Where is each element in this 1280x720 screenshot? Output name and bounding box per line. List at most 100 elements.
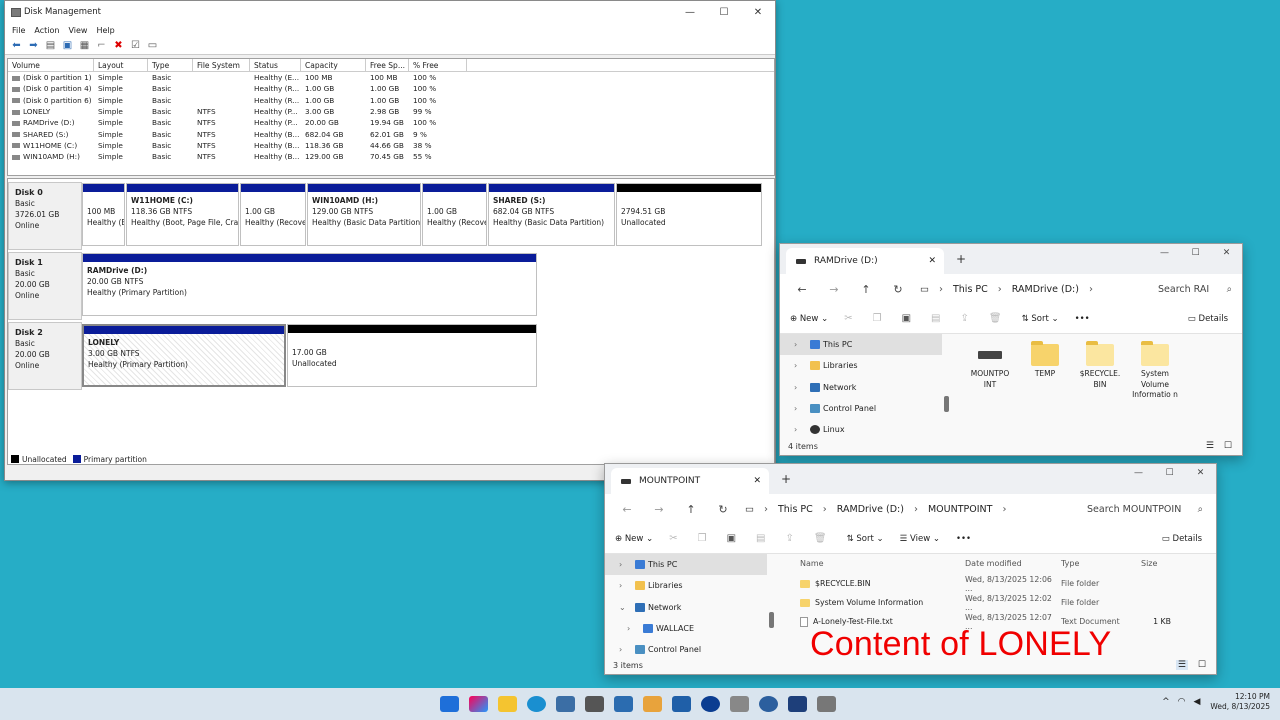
wifi-icon[interactable]: ◠ xyxy=(1178,697,1186,707)
details-view-icon[interactable]: ☰ xyxy=(1175,660,1188,670)
paste-icon[interactable]: ▣ xyxy=(727,533,736,544)
new-button[interactable]: ⊕ New ⌄ xyxy=(790,314,828,324)
minimize-button[interactable]: — xyxy=(1149,244,1180,262)
item-mountpoint[interactable]: MOUNTPO INT xyxy=(967,344,1013,390)
chevron-up-icon[interactable]: ^ xyxy=(1162,697,1170,707)
partition-ramdrive[interactable]: RAMDrive (D:) 20.00 GB NTFS Healthy (Pri… xyxy=(82,253,537,316)
delete-icon[interactable]: ✖ xyxy=(111,39,126,53)
start-icon[interactable] xyxy=(440,696,459,712)
copilot-icon[interactable] xyxy=(469,696,488,712)
close-button[interactable]: ✕ xyxy=(741,1,775,23)
col-status[interactable]: Status xyxy=(250,58,301,72)
menu-help[interactable]: Help xyxy=(96,26,114,35)
maximize-button[interactable]: ☐ xyxy=(707,1,741,23)
drive-tool-icon[interactable] xyxy=(730,696,749,712)
sort-button[interactable]: ⇅ Sort ⌄ xyxy=(1022,314,1059,324)
maximize-button[interactable]: ☐ xyxy=(1180,244,1211,262)
crumb-ramdrive[interactable]: RAMDrive (D:) xyxy=(837,504,904,515)
crumb-this-pc[interactable]: This PC xyxy=(778,504,813,515)
file-row[interactable]: System Volume Information Wed, 8/13/2025 … xyxy=(800,593,1171,612)
volume-row[interactable]: (Disk 0 partition 1) Simple Basic Healthy (… xyxy=(8,72,774,83)
crumb-this-pc[interactable]: This PC xyxy=(953,284,988,295)
copy-icon[interactable]: ❐ xyxy=(698,533,707,544)
col-name[interactable]: Name xyxy=(800,559,965,568)
powershell-icon[interactable] xyxy=(788,696,807,712)
breadcrumb[interactable]: ▭ › This PC › RAMDrive (D:) › xyxy=(914,277,1144,301)
delete-icon[interactable]: 🗑 xyxy=(814,533,827,544)
breadcrumb[interactable]: ▭ › This PC › RAMDrive (D:) › MOUNTPOINT › xyxy=(739,497,1065,521)
col-size[interactable]: Size xyxy=(1141,559,1181,568)
nav-network[interactable]: › Network xyxy=(780,377,942,398)
settings-app-icon[interactable] xyxy=(759,696,778,712)
nav-libraries[interactable]: › Libraries xyxy=(605,575,767,596)
paste-icon[interactable]: ▣ xyxy=(902,313,911,324)
delete-icon[interactable]: 🗑 xyxy=(989,313,1002,324)
cut-icon[interactable]: ✂ xyxy=(844,313,852,324)
col-volume[interactable]: Volume xyxy=(8,58,94,72)
volume-row[interactable]: W11HOME (C:) Simple Basic NTFS Healthy (B...… xyxy=(8,140,774,151)
volume-row[interactable]: RAMDrive (D:) Simple Basic NTFS Healthy (P..… xyxy=(8,117,774,128)
file-row[interactable]: $RECYCLE.BIN Wed, 8/13/2025 12:06 ... File… xyxy=(800,574,1171,593)
new-button[interactable]: ⊕ New ⌄ xyxy=(615,534,653,544)
unallocated-space[interactable]: 17.00 GB Unallocated xyxy=(287,324,537,387)
details-button[interactable]: ▭ Details xyxy=(1162,534,1202,544)
forward-icon[interactable]: → xyxy=(643,503,675,516)
tiles-view-icon[interactable]: ☐ xyxy=(1198,660,1206,670)
sort-button[interactable]: ⇅ Sort ⌄ xyxy=(847,534,884,544)
connect-icon[interactable]: ⌐ xyxy=(94,39,109,53)
nav-network[interactable]: ⌄ Network xyxy=(605,597,767,618)
properties-icon[interactable]: ▦ xyxy=(77,39,92,53)
edge-icon[interactable] xyxy=(527,696,546,712)
file-explorer-icon[interactable] xyxy=(498,696,517,712)
close-button[interactable]: ✕ xyxy=(1185,464,1216,482)
menu-file[interactable]: File xyxy=(12,26,25,35)
list-view-icon[interactable]: ▤ xyxy=(43,39,58,53)
share-icon[interactable]: ⇪ xyxy=(785,533,793,544)
back-icon[interactable]: ← xyxy=(786,283,818,296)
col-date-modified[interactable]: Date modified xyxy=(965,559,1061,568)
disk-1-label[interactable]: Disk 1 Basic 20.00 GB Online xyxy=(8,252,82,320)
item-temp[interactable]: TEMP xyxy=(1022,341,1068,380)
col-type[interactable]: Type xyxy=(1061,559,1141,568)
volume-list[interactable]: Volume Layout Type File System Status Ca… xyxy=(7,58,775,176)
item-recycle-bin[interactable]: $RECYCLE. BIN xyxy=(1077,341,1123,390)
forward-icon[interactable]: → xyxy=(818,283,850,296)
clock[interactable]: 12:10 PM Wed, 8/13/2025 xyxy=(1210,692,1270,712)
share-icon[interactable]: ⇪ xyxy=(960,313,968,324)
store-icon[interactable] xyxy=(556,696,575,712)
browser-icon[interactable] xyxy=(701,696,720,712)
more-options-icon[interactable]: ••• xyxy=(956,534,971,544)
scrollbar[interactable] xyxy=(769,612,774,628)
col-layout[interactable]: Layout xyxy=(94,58,148,72)
col-free-space[interactable]: Free Sp... xyxy=(366,58,409,72)
rename-icon[interactable]: ▤ xyxy=(931,313,940,324)
disk-2-label[interactable]: Disk 2 Basic 20.00 GB Online xyxy=(8,322,82,390)
crumb-mountpoint[interactable]: MOUNTPOINT xyxy=(928,504,992,515)
app-icon[interactable] xyxy=(585,696,604,712)
rename-icon[interactable]: ▤ xyxy=(756,533,765,544)
nav-this-pc[interactable]: › This PC xyxy=(605,554,767,576)
remote-desktop-icon[interactable] xyxy=(614,696,633,712)
new-tab-button[interactable]: + xyxy=(956,252,966,266)
tab-ramdrive[interactable]: RAMDrive (D:) ✕ xyxy=(786,248,944,274)
unallocated-disk0[interactable]: 2794.51 GB Unallocated xyxy=(616,183,762,246)
maximize-button[interactable]: ☐ xyxy=(1154,464,1185,482)
details-view-icon[interactable]: ☰ xyxy=(1206,441,1214,451)
partition-recovery-1[interactable]: 1.00 GB Healthy (Recove xyxy=(240,183,306,246)
volume-row[interactable]: WIN10AMD (H:) Simple Basic NTFS Healthy (B..… xyxy=(8,151,774,162)
col-filesystem[interactable]: File System xyxy=(193,58,250,72)
speaker-icon[interactable]: ◀ xyxy=(1194,697,1201,707)
close-tab-icon[interactable]: ✕ xyxy=(928,256,936,266)
minimize-button[interactable]: — xyxy=(1123,464,1154,482)
tab-mountpoint[interactable]: MOUNTPOINT ✕ xyxy=(611,468,769,494)
new-tab-button[interactable]: + xyxy=(781,472,791,486)
help-icon[interactable]: ▣ xyxy=(60,39,75,53)
disk-0-label[interactable]: Disk 0 Basic 3726.01 GB Online xyxy=(8,182,82,250)
back-icon[interactable]: ← xyxy=(611,503,643,516)
close-tab-icon[interactable]: ✕ xyxy=(753,476,761,486)
col-type[interactable]: Type xyxy=(148,58,193,72)
nav-libraries[interactable]: › Libraries xyxy=(780,355,942,376)
minimize-button[interactable]: — xyxy=(673,1,707,23)
disk-management-taskbar-icon[interactable] xyxy=(817,696,836,712)
notepad-icon[interactable] xyxy=(672,696,691,712)
